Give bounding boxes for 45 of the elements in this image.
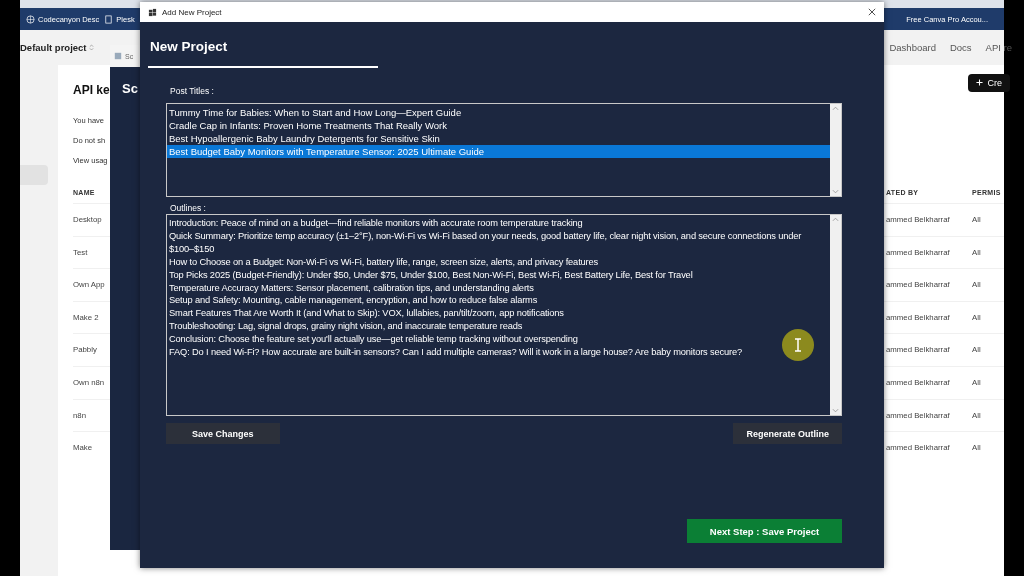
outline-line: Setup and Safety: Mounting, cable management, encryption, and how to reduce false alarms	[169, 294, 539, 308]
scroll-down-icon[interactable]	[832, 408, 839, 413]
window-heading: Sc	[122, 81, 139, 96]
regenerate-outline-button[interactable]: Regenerate Outline	[733, 423, 842, 444]
outline-line: Introduction: Peace of mind on a budget—find reliable monitors with accurate room temperature tracking	[169, 217, 584, 230]
outline-line: Smart Features That Are Worth It (and What to Skip): VOX, lullabies, pan/tilt/zoom, app notifications	[169, 307, 565, 321]
field-label: Post Titles :	[170, 86, 215, 96]
outline-line: Top Picks 2025 (Budget-Friendly): Under $50, Under $75, Under $100, Best Non-Wi-Fi, Best Wi-Fi, Best Battery Life, Best for Travel	[169, 268, 694, 282]
outline-line: FAQ: Do I need Wi-Fi? How accurate are built-in sensors? Can I add multiple cameras? Will it work in a large house? Are baby monitors secure?	[169, 346, 744, 359]
scroll-up-icon[interactable]	[832, 217, 839, 222]
window-title: Add New Project	[162, 7, 223, 17]
scrollbar[interactable]	[830, 215, 841, 415]
outline-line: Temperature Accuracy Matters: Sensor placement, calibration tips, and understanding alerts	[169, 281, 535, 295]
next-step-button[interactable]: Next Step : Save Project	[687, 519, 842, 543]
page-icon	[104, 14, 114, 24]
nav-link[interactable]: Dashboard	[889, 42, 936, 53]
project-selector[interactable]: Default project	[20, 42, 95, 53]
scroll-up-icon[interactable]	[832, 106, 839, 111]
sort-arrows-icon	[89, 44, 95, 51]
outline-line: Conclusion: Choose the feature set you'll actually use—get reliable temp tracking without overspending	[169, 333, 579, 347]
list-item[interactable]: Tummy Time for Babies: When to Start and How Long—Expert Guide	[167, 106, 830, 119]
field-label: Outlines :	[170, 203, 207, 213]
app-icon	[148, 7, 157, 17]
outlines-field[interactable]	[166, 214, 842, 416]
nav-link[interactable]: API re	[985, 42, 1012, 53]
dialog-heading: New Project	[150, 39, 229, 54]
outline-line: Quick Summary: Prioritize temp accuracy (±1–2°F), non-Wi-Fi vs Wi-Fi based on your needs, good battery life, clear night vision, and secure connections under $100–$150	[169, 229, 803, 256]
list-item[interactable]: Best Budget Baby Monitors with Temperature Sensor: 2025 Ultimate Guide	[167, 145, 830, 158]
list-item[interactable]: Cradle Cap in Infants: Proven Home Treatments That Really Work	[167, 119, 830, 132]
save-changes-button[interactable]: Save Changes	[166, 423, 280, 444]
list-item[interactable]: Best Hypoallergenic Baby Laundry Detergents for Sensitive Skin	[167, 132, 830, 145]
scroll-down-icon[interactable]	[832, 189, 839, 194]
plus-icon	[976, 79, 984, 86]
post-titles-list[interactable]	[166, 103, 842, 197]
sidebar-item[interactable]	[20, 165, 48, 185]
outline-line: Troubleshooting: Lag, signal drops, grainy night vision, and inaccurate temperature reads	[169, 320, 524, 334]
globe-icon	[26, 14, 35, 24]
nav-link[interactable]: Docs	[949, 42, 972, 53]
page-title: API ke	[73, 83, 110, 97]
create-button[interactable]: Cre	[968, 74, 1010, 92]
close-icon[interactable]	[868, 8, 876, 16]
app-icon	[114, 52, 122, 60]
scrollbar[interactable]	[830, 104, 841, 196]
outline-line: How to Choose on a Budget: Non-Wi-Fi vs Wi-Fi, battery life, range, screen size, alerts, and privacy features	[169, 255, 600, 269]
cursor-highlight-icon	[782, 329, 814, 361]
